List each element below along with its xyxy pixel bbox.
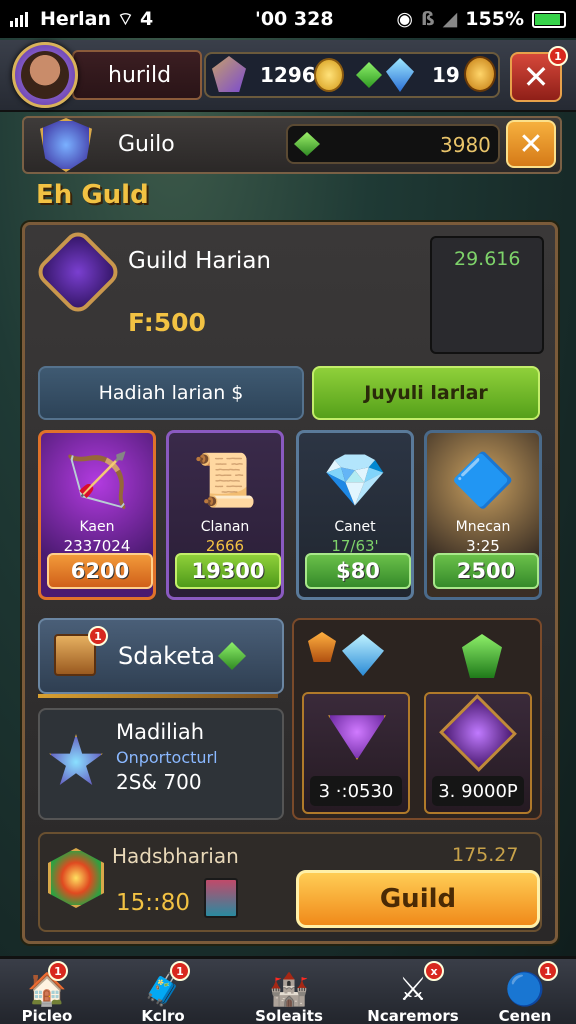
carrier-name: Herlan (40, 8, 112, 30)
nav-item-home[interactable]: 🏠 Picleo 1 (0, 959, 102, 1024)
divider (38, 694, 278, 698)
ring-icon (439, 694, 517, 772)
info-title: Madiliah (116, 720, 204, 744)
battery-percent: 155% (465, 8, 524, 30)
gold-coin-icon (314, 58, 344, 92)
nav-label: Cenen (498, 1007, 552, 1024)
price-label: 2500 (456, 559, 516, 583)
daily-value: 175.27 (452, 844, 519, 866)
leaf-icon (218, 642, 246, 670)
tab-label: Juyuli larlar (364, 382, 488, 404)
guild-button-label: Guild (379, 884, 457, 914)
nav-item-sword[interactable]: ⚔ Ncaremors x (358, 959, 468, 1024)
card-price-button[interactable]: 2500 (433, 553, 539, 589)
daily-title: Hadsbharian (112, 844, 239, 868)
nav-label: Kclro (141, 1007, 185, 1024)
nav-item-castle[interactable]: 🏰 Soleaits (234, 959, 344, 1024)
card-price-button[interactable]: $80 (305, 553, 411, 589)
sdaketa-badge: 1 (88, 626, 108, 646)
items-box: 3 ·:0530 3. 9000P (292, 618, 542, 820)
tab-daily-tasks[interactable]: Juyuli larlar (312, 366, 540, 420)
signal-strength-icon: ◢ (442, 8, 458, 30)
nav-item-chest[interactable]: 🧳 Kclro 1 (108, 959, 218, 1024)
castle-icon: 🏰 (269, 970, 309, 1008)
player-name: hurild (108, 62, 172, 88)
section-title: Eh Guld (36, 180, 149, 210)
bow-icon: 🏹 (64, 450, 130, 511)
sword-icon: ⚔ (398, 970, 428, 1008)
tab-daily-rewards[interactable]: Hadiah larian $ (38, 366, 304, 420)
gem-shield-icon: 🔷 (450, 450, 516, 511)
guild-close-button[interactable]: ✕ (506, 120, 556, 168)
nav-badge: 1 (48, 961, 68, 981)
resource-2-value: 19 (432, 63, 460, 87)
resource-1-value: 1296 (260, 63, 316, 87)
sdaketa-button[interactable]: 1 Sdaketa (38, 618, 284, 694)
bluetooth-icon: ß (421, 8, 435, 30)
item-price: 3. 9000P (432, 776, 524, 806)
item-price-label: 3 ·:0530 (318, 780, 394, 802)
bottom-nav: 🏠 Picleo 1 🧳 Kclro 1 🏰 Soleaits ⚔ Ncarem… (0, 956, 576, 1024)
info-value: 2S& 700 (116, 770, 202, 794)
rainbow-gem-icon (48, 848, 104, 908)
amulet-icon (328, 715, 386, 760)
item-card[interactable]: 3. 9000P (424, 692, 532, 814)
guild-button[interactable]: Guild (296, 870, 540, 928)
card-price-button[interactable]: 6200 (47, 553, 153, 589)
item-price-label: 3. 9000P (438, 780, 518, 802)
panel-header-title: Guild Harian (128, 248, 271, 274)
network-icon: 4 (139, 8, 154, 30)
status-time: '00 328 (255, 8, 334, 30)
player-avatar[interactable] (12, 42, 78, 108)
info-subtitle: Onportocturl (116, 748, 218, 767)
info-box: Madiliah Onportocturl 2S& 700 (38, 708, 284, 820)
side-value: 29.616 (454, 248, 521, 270)
nav-badge: x (424, 961, 444, 981)
nav-label: Soleaits (255, 1007, 323, 1024)
crystal-icon: 💎 (322, 450, 388, 511)
star-gem-icon (49, 734, 103, 785)
alarm-icon: ◉ (396, 8, 413, 30)
emerald-icon (462, 634, 502, 678)
price-label: $80 (336, 559, 380, 583)
price-label: 6200 (70, 559, 130, 583)
nav-label: Picleo (21, 1007, 73, 1024)
nav-label: Ncaremors (367, 1007, 459, 1024)
card-name: Canet (334, 519, 376, 535)
reward-card[interactable]: 📜 Clanan 2666 19300 (166, 430, 284, 600)
panel-header-value: F:500 (128, 308, 206, 337)
wifi-icon: ⌔ (117, 8, 134, 30)
gold-token-icon (464, 56, 496, 92)
tab-label: Hadiah larian $ (98, 382, 244, 404)
player-name-plate[interactable]: hurild (72, 50, 202, 100)
avatar-face-icon (21, 51, 69, 99)
signal-icon (10, 11, 28, 27)
item-card[interactable]: 3 ·:0530 (302, 692, 410, 814)
nav-item-orb[interactable]: 🔵 Cenen 1 (470, 959, 576, 1024)
orange-rune-icon (308, 632, 336, 662)
nav-badge: 1 (538, 961, 558, 981)
status-bar: Herlan ⌔ 4 '00 328 ◉ ß ◢ 155% (0, 0, 576, 38)
battery-icon (532, 10, 566, 28)
card-price-button[interactable]: 19300 (175, 553, 281, 589)
price-label: 19300 (191, 559, 265, 583)
item-price: 3 ·:0530 (310, 776, 402, 806)
reward-card[interactable]: 💎 Canet 17/63' $80 (296, 430, 414, 600)
card-name: Kaen (79, 519, 115, 535)
card-name: Clanan (200, 519, 250, 535)
nav-badge: 1 (170, 961, 190, 981)
reward-card[interactable]: 🏹 Kaen 2337024 6200 (38, 430, 156, 600)
scroll-icon: 📜 (192, 450, 258, 511)
guild-gem-value: 3980 (440, 133, 491, 157)
close-badge: 1 (548, 46, 568, 66)
card-name: Mnecan (455, 519, 511, 535)
blue-crystal-icon (342, 634, 384, 676)
sdaketa-label: Sdaketa (118, 642, 216, 670)
reward-card[interactable]: 🔷 Mnecan 3:25 2500 (424, 430, 542, 600)
daily-timer: 15::80 (116, 890, 191, 916)
gift-icon (204, 878, 238, 918)
guild-title: Guilo (118, 132, 175, 157)
